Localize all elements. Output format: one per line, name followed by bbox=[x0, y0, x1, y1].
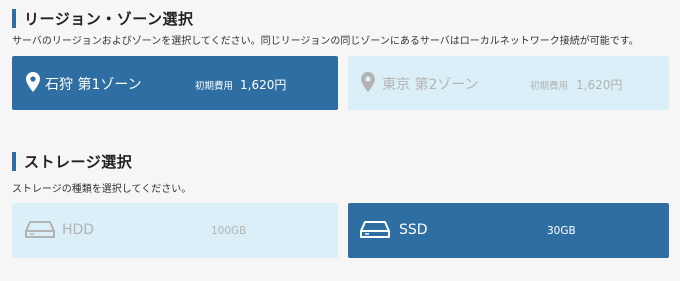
map-pin-icon bbox=[361, 72, 375, 92]
region-option-tokyo[interactable]: 東京 第2ゾーン 初期費用 1,620円 bbox=[348, 56, 669, 110]
region-option-price: 1,620円 bbox=[240, 78, 287, 92]
region-option-name: 石狩 第1ゾーン bbox=[45, 77, 142, 93]
region-section-heading: リージョン・ゾーン選択 bbox=[24, 10, 194, 28]
storage-option-capacity: 100GB bbox=[211, 225, 247, 237]
storage-option-capacity: 30GB bbox=[547, 225, 576, 237]
section-accent-bar bbox=[12, 152, 16, 171]
region-section-title: リージョン・ゾーン選択 bbox=[12, 8, 193, 29]
section-accent-bar bbox=[12, 9, 16, 28]
region-option-price-label: 初期費用 bbox=[530, 81, 569, 92]
storage-section-heading: ストレージ選択 bbox=[24, 153, 133, 171]
region-option-price-label: 初期費用 bbox=[195, 81, 234, 92]
storage-option-ssd[interactable]: SSD 30GB bbox=[348, 203, 669, 258]
storage-option-hdd[interactable]: HDD 100GB bbox=[12, 203, 338, 258]
region-option-price: 1,620円 bbox=[576, 78, 623, 92]
region-section-description: サーバのリージョンおよびゾーンを選択してください。同じリージョンの同じゾーンにあ… bbox=[12, 36, 639, 47]
hard-drive-icon bbox=[360, 221, 390, 239]
storage-section-description: ストレージの種類を選択してください。 bbox=[12, 184, 192, 195]
storage-section-title: ストレージ選択 bbox=[12, 151, 132, 172]
region-option-name: 東京 第2ゾーン bbox=[382, 77, 479, 93]
storage-option-name: SSD bbox=[399, 222, 428, 238]
map-pin-icon bbox=[26, 72, 40, 92]
region-option-ishikari[interactable]: 石狩 第1ゾーン 初期費用 1,620円 bbox=[12, 56, 338, 110]
hard-drive-icon bbox=[25, 221, 55, 239]
storage-option-name: HDD bbox=[62, 222, 95, 238]
